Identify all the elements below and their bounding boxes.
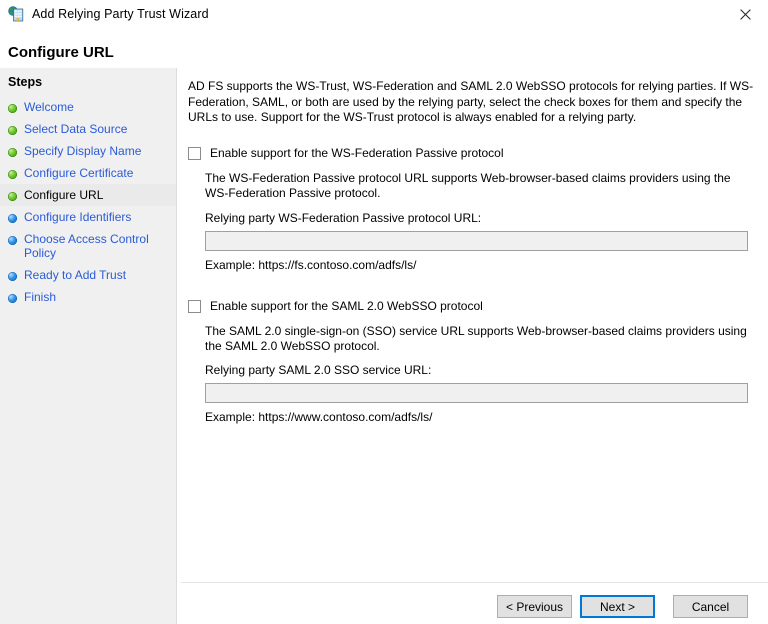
wsfed-checkbox-row[interactable]: Enable support for the WS-Federation Pas…	[188, 146, 503, 161]
saml-checkbox-row[interactable]: Enable support for the SAML 2.0 WebSSO p…	[188, 299, 483, 314]
saml-url-label: Relying party SAML 2.0 SSO service URL:	[205, 363, 432, 377]
wsfed-url-textbox[interactable]	[205, 231, 748, 251]
step-pending-bullet-icon	[8, 214, 17, 223]
sidebar-step-configure-url[interactable]: Configure URL	[0, 184, 176, 206]
saml-checkbox-label: Enable support for the SAML 2.0 WebSSO p…	[210, 299, 483, 313]
step-pending-bullet-icon	[8, 236, 17, 245]
saml-url-input[interactable]	[206, 384, 747, 402]
steps-list: Welcome Select Data Source Specify Display…	[0, 96, 176, 308]
saml-checkbox[interactable]	[188, 300, 201, 313]
sidebar-step-select-data-source[interactable]: Select Data Source	[0, 118, 176, 140]
sidebar-step-ready-to-add-trust[interactable]: Ready to Add Trust	[0, 264, 176, 286]
content-pane: AD FS supports the WS-Trust, WS-Federati…	[181, 68, 768, 582]
steps-heading: Steps	[8, 75, 43, 89]
close-icon	[739, 8, 751, 20]
sidebar-step-label: Configure Certificate	[24, 166, 134, 180]
button-bar: < Previous Next > Cancel	[181, 582, 768, 624]
sidebar-step-choose-access-control-policy[interactable]: Choose Access Control Policy	[0, 228, 176, 264]
sidebar-step-finish[interactable]: Finish	[0, 286, 176, 308]
wsfed-checkbox[interactable]	[188, 147, 201, 160]
wsfed-description: The WS-Federation Passive protocol URL s…	[205, 171, 731, 200]
adfs-wizard-icon	[8, 6, 24, 22]
sidebar-step-welcome[interactable]: Welcome	[0, 96, 176, 118]
wsfed-example-text: Example: https://fs.contoso.com/adfs/ls/	[205, 258, 417, 272]
sidebar-step-label: Select Data Source	[24, 122, 128, 136]
cancel-button[interactable]: Cancel	[673, 595, 748, 618]
sidebar-step-label: Finish	[24, 290, 57, 304]
step-complete-bullet-icon	[8, 148, 17, 157]
wsfed-checkbox-label: Enable support for the WS-Federation Pas…	[210, 146, 504, 160]
page-header: Configure URL	[0, 28, 768, 68]
step-complete-bullet-icon	[8, 192, 17, 201]
sidebar-step-specify-display-name[interactable]: Specify Display Name	[0, 140, 176, 162]
step-complete-bullet-icon	[8, 104, 17, 113]
saml-example-text: Example: https://www.contoso.com/adfs/ls…	[205, 410, 433, 424]
steps-sidebar: Steps Welcome Select Data Source Specify D…	[0, 68, 177, 624]
content-panel: AD FS supports the WS-Trust, WS-Federati…	[181, 68, 768, 624]
previous-button[interactable]: < Previous	[497, 595, 572, 618]
step-pending-bullet-icon	[8, 272, 17, 281]
window-title: Add Relying Party Trust Wizard	[32, 7, 209, 21]
step-pending-bullet-icon	[8, 294, 17, 303]
sidebar-step-configure-certificate[interactable]: Configure Certificate	[0, 162, 176, 184]
wsfed-url-input[interactable]	[206, 232, 747, 250]
next-button[interactable]: Next >	[580, 595, 655, 618]
sidebar-step-configure-identifiers[interactable]: Configure Identifiers	[0, 206, 176, 228]
page-title: Configure URL	[8, 44, 114, 61]
step-complete-bullet-icon	[8, 126, 17, 135]
title-bar: Add Relying Party Trust Wizard	[0, 0, 768, 28]
saml-url-textbox[interactable]	[205, 383, 748, 403]
intro-text: AD FS supports the WS-Trust, WS-Federati…	[188, 79, 754, 124]
wizard-body: Steps Welcome Select Data Source Specify D…	[0, 68, 768, 624]
sidebar-step-label: Specify Display Name	[24, 144, 142, 158]
sidebar-step-label: Welcome	[24, 100, 74, 114]
sidebar-step-label: Ready to Add Trust	[24, 268, 127, 282]
wsfed-url-label: Relying party WS-Federation Passive prot…	[205, 211, 482, 225]
close-button[interactable]	[722, 0, 768, 28]
sidebar-step-label: Configure Identifiers	[24, 210, 132, 224]
step-complete-bullet-icon	[8, 170, 17, 179]
saml-description: The SAML 2.0 single-sign-on (SSO) servic…	[205, 324, 747, 353]
sidebar-step-label: Choose Access Control Policy	[24, 232, 149, 260]
sidebar-step-label: Configure URL	[24, 188, 104, 202]
